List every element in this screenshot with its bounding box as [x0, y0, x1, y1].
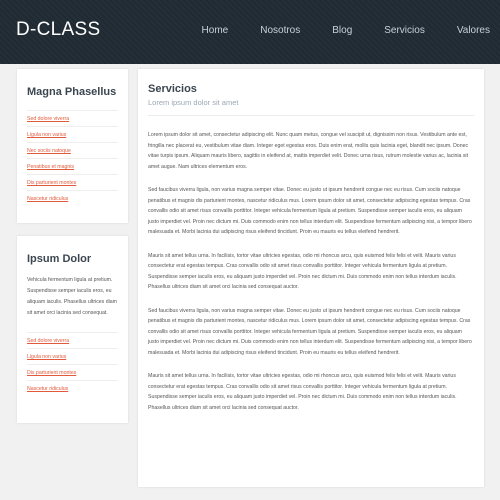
site-logo[interactable]: D-CLASS — [16, 19, 100, 41]
content-paragraph: Mauris sit amet tellus urna. In facilisi… — [148, 252, 457, 291]
site-header: D-CLASS Home Nosotros Blog Servicios Val… — [0, 0, 500, 64]
main-content: Servicios Lorem ipsum dolor sit amet Lor… — [138, 69, 484, 487]
content-paragraph: Mauris sit amet tellus urna. In facilisi… — [148, 373, 457, 411]
sidebar-box-magna-phasellus: Magna Phasellus Sed dolore viverra Ligul… — [17, 69, 128, 223]
sidebar-link-list: Sed dolore viverra Ligula non varius Dis… — [27, 332, 118, 397]
sidebar-link[interactable]: Dis parturient montes — [27, 365, 118, 381]
content-paragraph: Sed faucibus viverra ligula, non varius … — [148, 187, 472, 235]
sidebar-link[interactable]: Ligula non varius — [27, 127, 118, 143]
sidebar-link[interactable]: Sed dolore viverra — [27, 333, 118, 349]
sidebar-box-title: Magna Phasellus — [27, 86, 117, 98]
nav-item-valores[interactable]: Valores — [457, 25, 490, 36]
sidebar-link[interactable]: Ligula non varius — [27, 349, 118, 365]
sidebar-link[interactable]: Penatibus et magnis — [27, 159, 118, 175]
sidebar-box-text: Vehicula fermentum ligula at pretium. Su… — [27, 277, 117, 316]
sidebar-link[interactable]: Sed dolore viverra — [27, 111, 118, 127]
nav-item-servicios[interactable]: Servicios — [384, 25, 425, 36]
nav-item-blog[interactable]: Blog — [332, 25, 352, 36]
sidebar-link[interactable]: Nascetur ridiculus — [27, 381, 118, 397]
sidebar-box-title: Ipsum Dolor — [27, 253, 92, 265]
page-title: Servicios — [148, 83, 197, 95]
content-paragraph: Sed faucibus viverra ligula, non varius … — [148, 307, 472, 356]
main-nav: Home Nosotros Blog Servicios Valores — [170, 25, 490, 36]
page-subtitle: Lorem ipsum dolor sit amet — [148, 98, 474, 116]
sidebar-link[interactable]: Nascetur ridiculus — [27, 191, 118, 207]
sidebar-link[interactable]: Dis parturient montes — [27, 175, 118, 191]
sidebar-link[interactable]: Nec sociis natoque — [27, 143, 118, 159]
nav-item-home[interactable]: Home — [202, 25, 229, 36]
nav-item-nosotros[interactable]: Nosotros — [260, 25, 300, 36]
sidebar-link-list: Sed dolore viverra Ligula non varius Nec… — [27, 110, 118, 207]
content-paragraph: Lorem ipsum dolor sit amet, consectetur … — [148, 132, 469, 170]
sidebar-box-ipsum-dolor: Ipsum Dolor Vehicula fermentum ligula at… — [17, 236, 128, 423]
